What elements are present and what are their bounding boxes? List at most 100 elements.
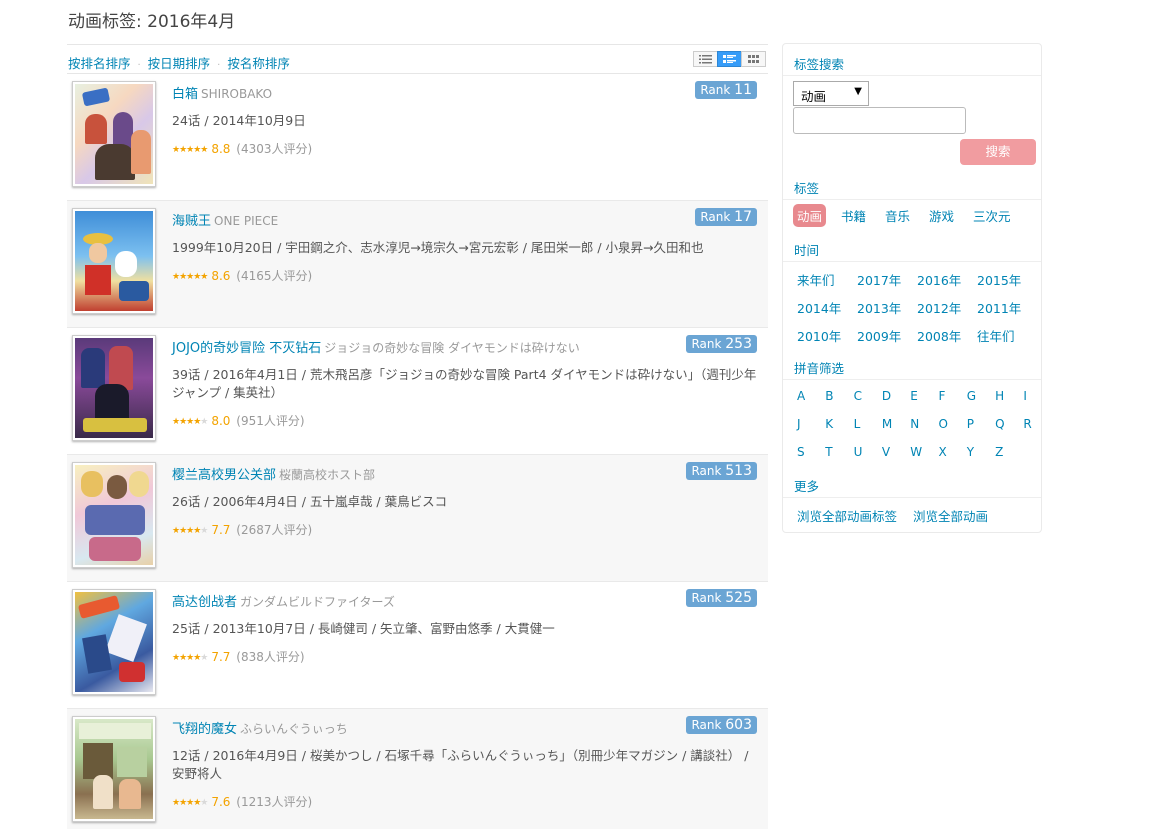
year-link[interactable]: 2011年	[977, 298, 1021, 317]
year-link[interactable]: 2010年	[797, 326, 841, 345]
tag-search-heading: 标签搜索	[794, 57, 845, 72]
sort-by-rank-link[interactable]: 按排名排序	[68, 56, 131, 71]
pinyin-letter-j[interactable]: J	[797, 417, 801, 431]
rank-label: Rank	[691, 464, 722, 478]
subject-info: 1999年10月20日 / 宇田鋼之介、志水淳児→境宗久→宮元宏彰 / 尾田栄一…	[172, 240, 704, 255]
year-link[interactable]: 2016年	[917, 270, 961, 289]
list-view-button[interactable]	[693, 51, 718, 67]
pinyin-letter-y[interactable]: Y	[967, 445, 974, 459]
rating-score: 7.7	[211, 523, 231, 537]
year-link[interactable]: 2014年	[797, 298, 841, 317]
list-item: 樱兰高校男公关部 桜蘭高校ホスト部 Rank 513 26话 / 2006年4月4…	[67, 455, 768, 582]
year-link[interactable]: 2015年	[977, 270, 1021, 289]
empty-star-icon: ★	[200, 417, 208, 427]
grid-view-icon	[748, 54, 759, 63]
pinyin-letter-f[interactable]: F	[939, 389, 946, 403]
sort-by-date-link[interactable]: 按日期排序	[148, 56, 211, 71]
pinyin-letter-k[interactable]: K	[825, 417, 833, 431]
pinyin-letter-r[interactable]: R	[1023, 417, 1031, 431]
year-link[interactable]: 2017年	[857, 270, 901, 289]
rank-label: Rank	[691, 337, 722, 351]
sort-bar: 按排名排序 · 按日期排序 · 按名称排序	[67, 44, 768, 74]
list-item: 白箱 SHIROBAKO Rank 11 24话 / 2014年10月9日 ★★★…	[67, 74, 768, 201]
tag-search-input[interactable]	[793, 107, 966, 134]
pinyin-letter-x[interactable]: X	[939, 445, 947, 459]
pinyin-letter-t[interactable]: T	[825, 445, 832, 459]
rating: ★★★★★ 8.0 (951人评分)	[172, 412, 305, 429]
cover-image[interactable]	[72, 716, 156, 822]
pinyin-letter-i[interactable]: I	[1023, 389, 1027, 403]
tag-games[interactable]: 游戏	[929, 206, 954, 225]
year-link[interactable]: 2009年	[857, 326, 901, 345]
year-link[interactable]: 2013年	[857, 298, 901, 317]
pinyin-letter-e[interactable]: E	[910, 389, 918, 403]
pinyin-letter-l[interactable]: L	[854, 417, 861, 431]
pinyin-letter-a[interactable]: A	[797, 389, 805, 403]
grid-view-button[interactable]	[741, 51, 766, 67]
pinyin-letter-c[interactable]: C	[854, 389, 862, 403]
pinyin-letter-g[interactable]: G	[967, 389, 976, 403]
sort-separator: ·	[217, 60, 221, 71]
more-heading: 更多	[794, 479, 820, 494]
tag-music[interactable]: 音乐	[885, 206, 910, 225]
subject-title-link[interactable]: 飞翔的魔女	[172, 722, 237, 737]
divider	[783, 261, 1041, 262]
rank-badge: Rank 603	[686, 716, 757, 734]
pinyin-letter-q[interactable]: Q	[995, 417, 1004, 431]
pinyin-letter-o[interactable]: O	[939, 417, 948, 431]
subject-original-title: SHIROBAKO	[201, 87, 273, 101]
tag-real[interactable]: 三次元	[973, 206, 1011, 225]
subject-info: 25话 / 2013年10月7日 / 長崎健司 / 矢立肇、富野由悠季 / 大貫…	[172, 621, 555, 636]
year-link[interactable]: 来年们	[797, 270, 835, 289]
search-button[interactable]: 搜索	[960, 139, 1036, 165]
cover-image[interactable]	[72, 589, 156, 695]
rating-score: 7.6	[211, 795, 231, 809]
cover-image[interactable]	[72, 208, 156, 314]
tag-books[interactable]: 书籍	[841, 206, 866, 225]
category-select[interactable]: 动画 ▼	[793, 81, 869, 106]
subject-info: 26话 / 2006年4月4日 / 五十嵐卓哉 / 葉鳥ビスコ	[172, 494, 448, 509]
rating-score: 8.6	[211, 269, 231, 283]
pinyin-letter-d[interactable]: D	[882, 389, 891, 403]
tag-anime[interactable]: 动画	[793, 204, 827, 227]
subject-title-link[interactable]: 白箱	[172, 87, 198, 102]
subject-original-title: ふらいんぐうぃっち	[240, 722, 348, 736]
subject-title-link[interactable]: JOJO的奇妙冒险 不灭钻石	[172, 341, 321, 356]
subject-title-link[interactable]: 高达创战者	[172, 595, 237, 610]
pinyin-letter-v[interactable]: V	[882, 445, 890, 459]
pinyin-letter-m[interactable]: M	[882, 417, 892, 431]
list-item: 海贼王 ONE PIECE Rank 17 1999年10月20日 / 宇田鋼之介…	[67, 201, 768, 328]
detail-view-button[interactable]	[717, 51, 742, 67]
category-select-value: 动画	[801, 89, 827, 104]
subject-title-link[interactable]: 樱兰高校男公关部	[172, 468, 276, 483]
browse-all-anime-link[interactable]: 浏览全部动画	[913, 506, 988, 525]
pinyin-letter-u[interactable]: U	[854, 445, 863, 459]
year-link[interactable]: 2008年	[917, 326, 961, 345]
sort-by-name-link[interactable]: 按名称排序	[227, 56, 290, 71]
rank-number: 17	[734, 209, 752, 225]
pinyin-letter-z[interactable]: Z	[995, 445, 1003, 459]
pinyin-letter-b[interactable]: B	[825, 389, 833, 403]
pinyin-letter-s[interactable]: S	[797, 445, 805, 459]
cover-image[interactable]	[72, 335, 156, 441]
pinyin-letter-n[interactable]: N	[910, 417, 919, 431]
pinyin-letter-w[interactable]: W	[910, 445, 922, 459]
star-rating-icon: ★★★★★	[172, 526, 208, 536]
pinyin-letter-h[interactable]: H	[995, 389, 1004, 403]
cover-image[interactable]	[72, 81, 156, 187]
subject-original-title: 桜蘭高校ホスト部	[279, 468, 376, 482]
sort-separator: ·	[137, 60, 141, 71]
divider	[783, 75, 1041, 76]
rating-votes: (2687人评分)	[236, 523, 313, 537]
subject-title-link[interactable]: 海贼王	[172, 214, 211, 229]
star-rating-icon: ★★★★★	[172, 145, 208, 155]
year-link[interactable]: 2012年	[917, 298, 961, 317]
cover-image[interactable]	[72, 462, 156, 568]
year-link[interactable]: 往年们	[977, 326, 1015, 345]
subject-original-title: ONE PIECE	[214, 214, 279, 228]
rating: ★★★★★ 8.8 (4303人评分)	[172, 140, 312, 157]
pinyin-letter-p[interactable]: P	[967, 417, 974, 431]
rank-label: Rank	[691, 718, 722, 732]
rank-number: 11	[734, 82, 752, 98]
browse-all-tags-link[interactable]: 浏览全部动画标签	[797, 506, 897, 525]
